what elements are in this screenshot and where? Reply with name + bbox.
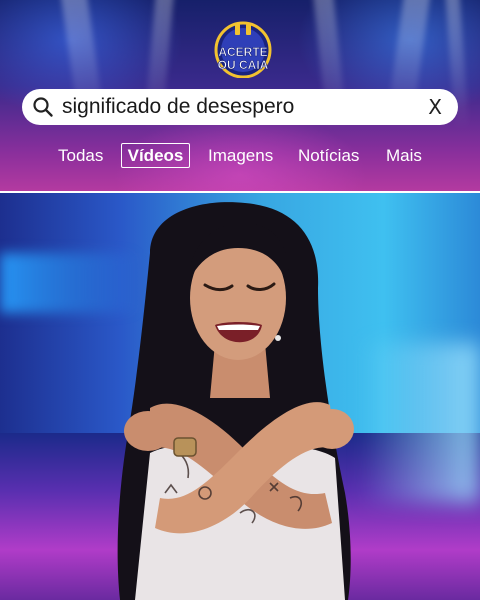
wristwatch [173,437,197,457]
tab-imagens[interactable]: Imagens [208,143,273,169]
video-result-frame[interactable] [0,193,480,600]
svg-text:ACERTE: ACERTE [218,45,267,59]
tab-videos[interactable]: Vídeos [121,143,190,168]
search-header-banner: ACERTE OU CAIA X Todas Vídeos Imagens No… [0,0,480,191]
search-tabs: Todas Vídeos Imagens Notícias Mais [0,143,480,169]
svg-text:OU CAIA: OU CAIA [218,58,269,72]
show-logo: ACERTE OU CAIA [214,21,272,78]
tab-noticias[interactable]: Notícias [298,143,359,169]
person-laughing-illustration [117,202,354,600]
search-icon[interactable] [32,96,54,118]
tab-todas[interactable]: Todas [58,143,103,169]
search-bar[interactable]: X [22,89,458,125]
search-input[interactable] [62,95,429,119]
tab-mais[interactable]: Mais [386,143,422,169]
close-icon[interactable]: X [428,95,442,119]
